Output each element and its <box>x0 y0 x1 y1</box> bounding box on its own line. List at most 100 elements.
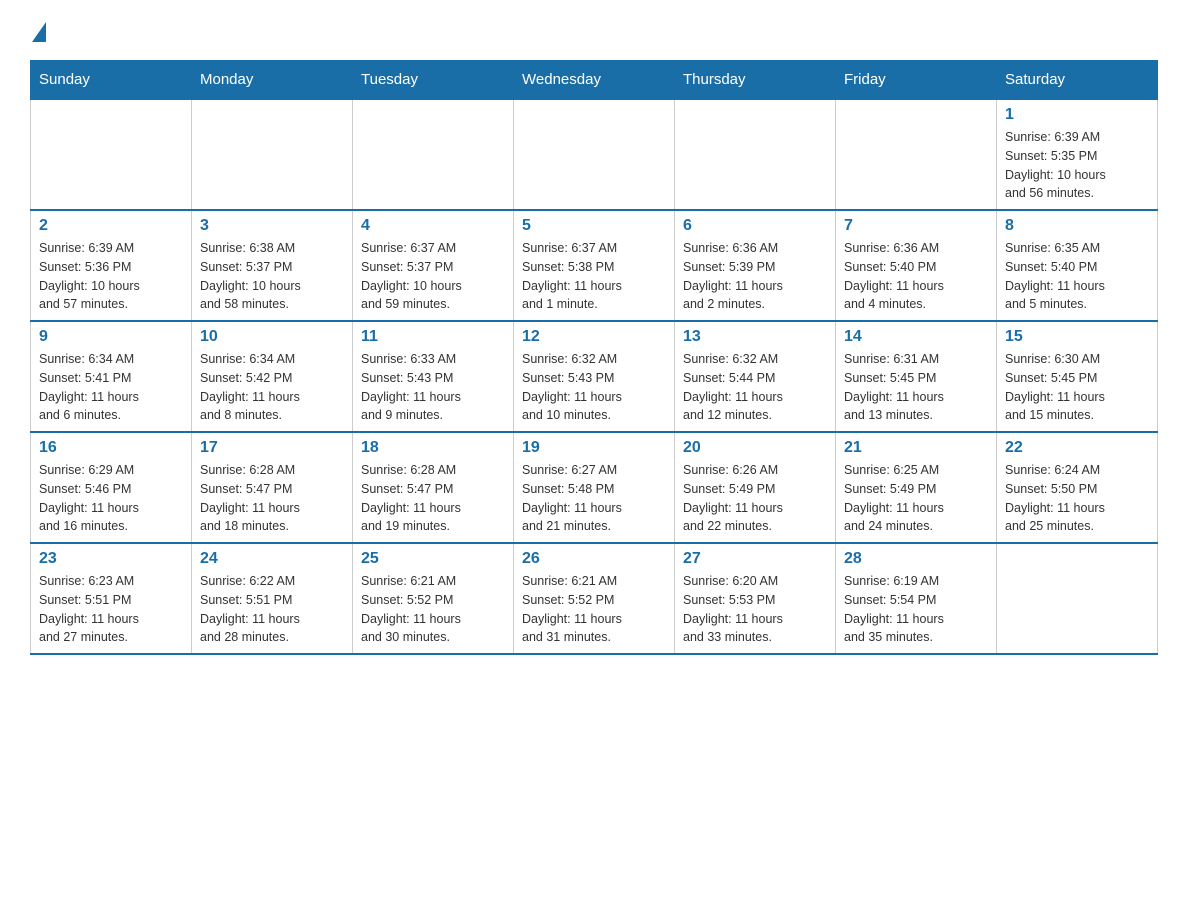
day-info: Sunrise: 6:35 AM Sunset: 5:40 PM Dayligh… <box>1005 239 1149 314</box>
calendar-week-2: 2 Sunrise: 6:39 AM Sunset: 5:36 PM Daylig… <box>31 210 1158 321</box>
day-number: 16 <box>39 439 183 457</box>
calendar-cell <box>353 99 514 210</box>
day-number: 13 <box>683 328 827 346</box>
day-number: 12 <box>522 328 666 346</box>
logo-triangle-icon <box>32 22 46 42</box>
day-number: 8 <box>1005 217 1149 235</box>
calendar-cell: 20Sunrise: 6:26 AM Sunset: 5:49 PM Dayli… <box>675 432 836 543</box>
day-number: 11 <box>361 328 505 346</box>
page-header <box>30 20 1158 42</box>
calendar-cell: 17 Sunrise: 6:28 AM Sunset: 5:47 PM Dayli… <box>192 432 353 543</box>
day-info: Sunrise: 6:28 AM Sunset: 5:47 PM Dayligh… <box>200 461 344 536</box>
calendar-cell <box>514 99 675 210</box>
calendar-cell: 15 Sunrise: 6:30 AM Sunset: 5:45 PM Dayli… <box>997 321 1158 432</box>
day-info: Sunrise: 6:24 AM Sunset: 5:50 PM Dayligh… <box>1005 461 1149 536</box>
weekday-header-monday: Monday <box>192 61 353 100</box>
day-number: 9 <box>39 328 183 346</box>
day-number: 4 <box>361 217 505 235</box>
calendar-cell: 7 Sunrise: 6:36 AM Sunset: 5:40 PM Daylig… <box>836 210 997 321</box>
day-number: 17 <box>200 439 344 457</box>
day-number: 1 <box>1005 106 1149 124</box>
calendar-cell: 18 Sunrise: 6:28 AM Sunset: 5:47 PM Dayli… <box>353 432 514 543</box>
day-info: Sunrise: 6:39 AM Sunset: 5:35 PM Dayligh… <box>1005 128 1149 203</box>
day-number: 27 <box>683 550 827 568</box>
day-number: 21 <box>844 439 988 457</box>
day-info: Sunrise: 6:21 AM Sunset: 5:52 PM Dayligh… <box>361 572 505 647</box>
day-number: 3 <box>200 217 344 235</box>
day-info: Sunrise: 6:20 AM Sunset: 5:53 PM Dayligh… <box>683 572 827 647</box>
day-info: Sunrise: 6:19 AM Sunset: 5:54 PM Dayligh… <box>844 572 988 647</box>
day-number: 6 <box>683 217 827 235</box>
day-number: 28 <box>844 550 988 568</box>
calendar-week-5: 23 Sunrise: 6:23 AM Sunset: 5:51 PM Dayli… <box>31 543 1158 654</box>
calendar-cell: 3Sunrise: 6:38 AM Sunset: 5:37 PM Daylig… <box>192 210 353 321</box>
calendar-cell: 12 Sunrise: 6:32 AM Sunset: 5:43 PM Dayli… <box>514 321 675 432</box>
day-info: Sunrise: 6:36 AM Sunset: 5:39 PM Dayligh… <box>683 239 827 314</box>
calendar-cell: 11Sunrise: 6:33 AM Sunset: 5:43 PM Dayli… <box>353 321 514 432</box>
calendar-cell <box>31 99 192 210</box>
calendar-cell: 13 Sunrise: 6:32 AM Sunset: 5:44 PM Dayli… <box>675 321 836 432</box>
calendar-cell: 14 Sunrise: 6:31 AM Sunset: 5:45 PM Dayli… <box>836 321 997 432</box>
day-info: Sunrise: 6:26 AM Sunset: 5:49 PM Dayligh… <box>683 461 827 536</box>
day-number: 25 <box>361 550 505 568</box>
day-info: Sunrise: 6:25 AM Sunset: 5:49 PM Dayligh… <box>844 461 988 536</box>
day-info: Sunrise: 6:27 AM Sunset: 5:48 PM Dayligh… <box>522 461 666 536</box>
calendar-cell: 16 Sunrise: 6:29 AM Sunset: 5:46 PM Dayli… <box>31 432 192 543</box>
day-number: 10 <box>200 328 344 346</box>
calendar-cell: 24 Sunrise: 6:22 AM Sunset: 5:51 PM Dayli… <box>192 543 353 654</box>
day-number: 14 <box>844 328 988 346</box>
day-info: Sunrise: 6:32 AM Sunset: 5:43 PM Dayligh… <box>522 350 666 425</box>
calendar-cell: 10 Sunrise: 6:34 AM Sunset: 5:42 PM Dayli… <box>192 321 353 432</box>
calendar-cell: 25 Sunrise: 6:21 AM Sunset: 5:52 PM Dayli… <box>353 543 514 654</box>
calendar-cell: 4 Sunrise: 6:37 AM Sunset: 5:37 PM Daylig… <box>353 210 514 321</box>
day-info: Sunrise: 6:34 AM Sunset: 5:42 PM Dayligh… <box>200 350 344 425</box>
calendar-cell: 22 Sunrise: 6:24 AM Sunset: 5:50 PM Dayli… <box>997 432 1158 543</box>
logo <box>30 20 46 42</box>
day-info: Sunrise: 6:37 AM Sunset: 5:38 PM Dayligh… <box>522 239 666 314</box>
day-number: 2 <box>39 217 183 235</box>
day-info: Sunrise: 6:39 AM Sunset: 5:36 PM Dayligh… <box>39 239 183 314</box>
calendar-cell: 6 Sunrise: 6:36 AM Sunset: 5:39 PM Daylig… <box>675 210 836 321</box>
weekday-header-wednesday: Wednesday <box>514 61 675 100</box>
day-number: 26 <box>522 550 666 568</box>
day-number: 24 <box>200 550 344 568</box>
day-info: Sunrise: 6:34 AM Sunset: 5:41 PM Dayligh… <box>39 350 183 425</box>
calendar-cell: 23 Sunrise: 6:23 AM Sunset: 5:51 PM Dayli… <box>31 543 192 654</box>
calendar-cell: 8 Sunrise: 6:35 AM Sunset: 5:40 PM Daylig… <box>997 210 1158 321</box>
weekday-header-friday: Friday <box>836 61 997 100</box>
calendar-cell: 9 Sunrise: 6:34 AM Sunset: 5:41 PM Daylig… <box>31 321 192 432</box>
calendar-cell <box>675 99 836 210</box>
day-info: Sunrise: 6:29 AM Sunset: 5:46 PM Dayligh… <box>39 461 183 536</box>
day-info: Sunrise: 6:32 AM Sunset: 5:44 PM Dayligh… <box>683 350 827 425</box>
day-info: Sunrise: 6:28 AM Sunset: 5:47 PM Dayligh… <box>361 461 505 536</box>
calendar-cell: 19 Sunrise: 6:27 AM Sunset: 5:48 PM Dayli… <box>514 432 675 543</box>
weekday-header-thursday: Thursday <box>675 61 836 100</box>
calendar-cell: 26Sunrise: 6:21 AM Sunset: 5:52 PM Dayli… <box>514 543 675 654</box>
calendar-cell <box>997 543 1158 654</box>
day-number: 5 <box>522 217 666 235</box>
day-info: Sunrise: 6:31 AM Sunset: 5:45 PM Dayligh… <box>844 350 988 425</box>
calendar-cell: 5 Sunrise: 6:37 AM Sunset: 5:38 PM Daylig… <box>514 210 675 321</box>
calendar-cell <box>836 99 997 210</box>
day-info: Sunrise: 6:37 AM Sunset: 5:37 PM Dayligh… <box>361 239 505 314</box>
day-info: Sunrise: 6:23 AM Sunset: 5:51 PM Dayligh… <box>39 572 183 647</box>
day-number: 15 <box>1005 328 1149 346</box>
calendar-cell <box>192 99 353 210</box>
calendar-week-3: 9 Sunrise: 6:34 AM Sunset: 5:41 PM Daylig… <box>31 321 1158 432</box>
calendar-table: SundayMondayTuesdayWednesdayThursdayFrid… <box>30 60 1158 655</box>
calendar-week-1: 1 Sunrise: 6:39 AM Sunset: 5:35 PM Daylig… <box>31 99 1158 210</box>
calendar-cell: 1 Sunrise: 6:39 AM Sunset: 5:35 PM Daylig… <box>997 99 1158 210</box>
weekday-header-saturday: Saturday <box>997 61 1158 100</box>
day-number: 22 <box>1005 439 1149 457</box>
calendar-cell: 2 Sunrise: 6:39 AM Sunset: 5:36 PM Daylig… <box>31 210 192 321</box>
day-info: Sunrise: 6:22 AM Sunset: 5:51 PM Dayligh… <box>200 572 344 647</box>
weekday-header-tuesday: Tuesday <box>353 61 514 100</box>
day-number: 19 <box>522 439 666 457</box>
day-number: 23 <box>39 550 183 568</box>
day-number: 18 <box>361 439 505 457</box>
day-number: 7 <box>844 217 988 235</box>
day-info: Sunrise: 6:36 AM Sunset: 5:40 PM Dayligh… <box>844 239 988 314</box>
weekday-header-row: SundayMondayTuesdayWednesdayThursdayFrid… <box>31 61 1158 100</box>
day-info: Sunrise: 6:30 AM Sunset: 5:45 PM Dayligh… <box>1005 350 1149 425</box>
calendar-cell: 27 Sunrise: 6:20 AM Sunset: 5:53 PM Dayli… <box>675 543 836 654</box>
